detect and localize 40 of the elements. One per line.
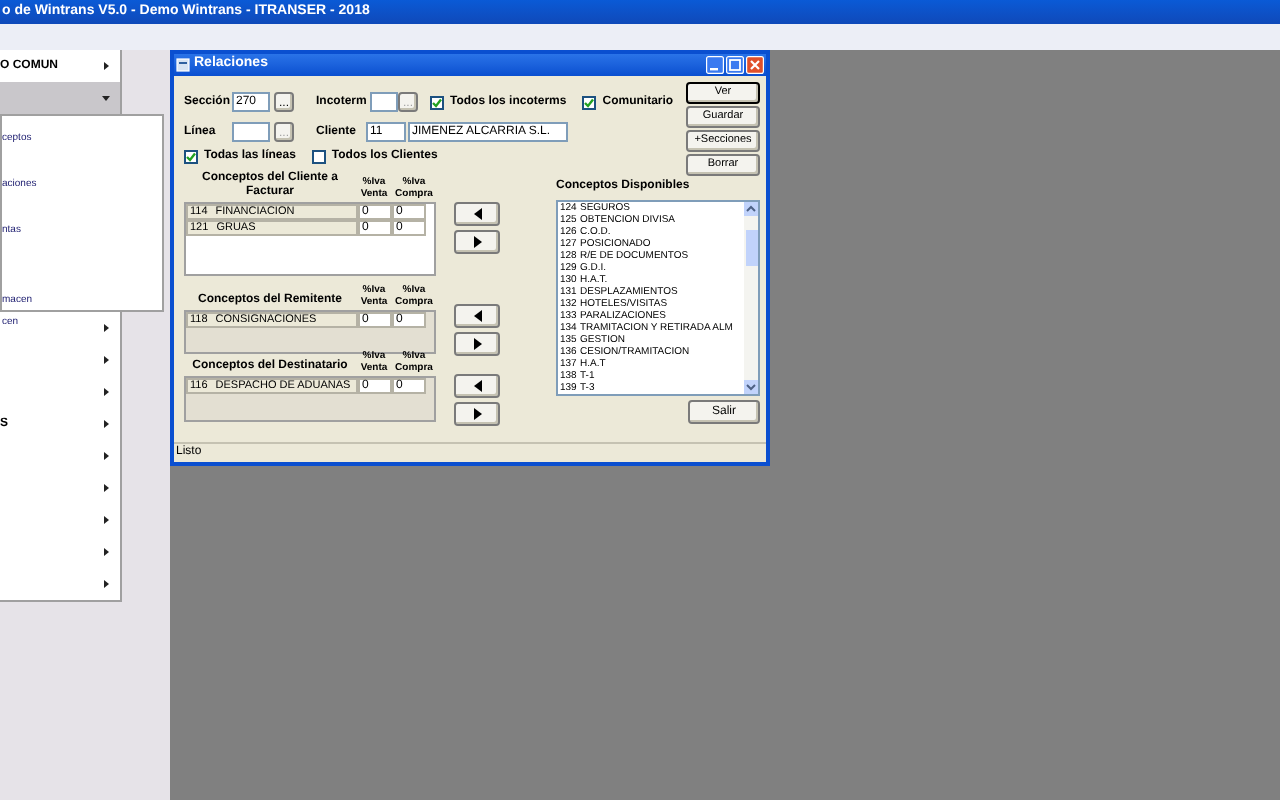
left-triangle-icon — [473, 380, 481, 392]
right-triangle-icon — [473, 236, 481, 248]
check-icon — [432, 97, 442, 107]
move-left-button[interactable] — [454, 202, 500, 226]
scroll-up-icon[interactable] — [744, 202, 758, 216]
caret-right-icon — [102, 452, 110, 460]
move-left-button[interactable] — [454, 304, 500, 328]
checkbox[interactable] — [184, 150, 198, 164]
right-triangle-icon — [473, 338, 481, 350]
move-left-button[interactable] — [454, 374, 500, 398]
caret-right-icon — [102, 580, 110, 588]
right-triangle-icon — [473, 408, 481, 420]
left-triangle-icon — [473, 208, 481, 220]
caret-right-icon — [102, 62, 110, 70]
scroll-thumb[interactable] — [745, 230, 757, 266]
close-icon[interactable] — [746, 56, 764, 74]
caret-down-icon — [102, 94, 110, 102]
checkbox[interactable] — [311, 150, 326, 164]
maximize-icon[interactable] — [726, 56, 744, 74]
move-right-button[interactable] — [454, 402, 500, 426]
caret-right-icon — [102, 356, 110, 364]
scroll-down-icon[interactable] — [744, 380, 758, 394]
checkbox[interactable] — [582, 95, 597, 109]
minimize-icon[interactable] — [706, 56, 724, 74]
check-icon — [186, 152, 196, 162]
left-triangle-icon — [473, 310, 481, 322]
caret-right-icon — [102, 548, 110, 556]
caret-right-icon — [102, 324, 110, 332]
window-icon — [176, 58, 190, 72]
incoterm-field[interactable] — [370, 92, 398, 112]
caret-right-icon — [102, 484, 110, 492]
linea-field[interactable] — [232, 122, 270, 142]
move-right-button[interactable] — [454, 230, 500, 254]
caret-right-icon — [102, 516, 110, 524]
move-right-button[interactable] — [454, 332, 500, 356]
checkbox[interactable] — [430, 95, 444, 109]
caret-right-icon — [102, 420, 110, 428]
check-icon — [584, 97, 595, 107]
scrollbar[interactable] — [744, 202, 758, 394]
caret-right-icon — [102, 388, 110, 396]
